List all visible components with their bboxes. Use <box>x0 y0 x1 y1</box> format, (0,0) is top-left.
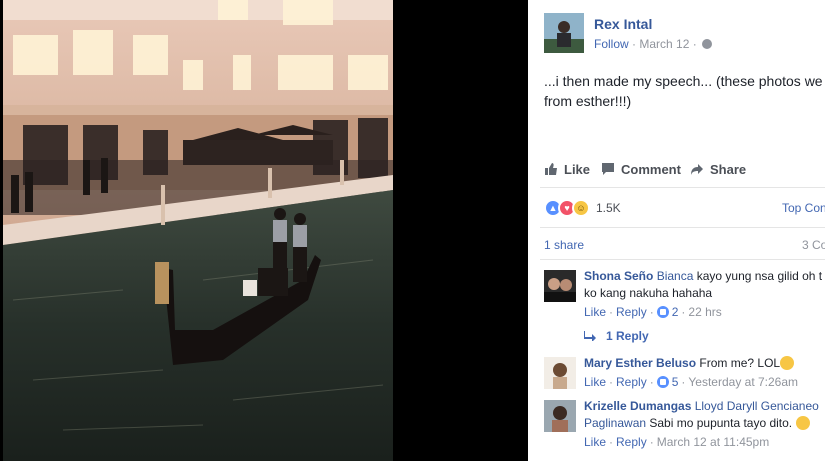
author-avatar[interactable] <box>544 13 584 53</box>
share-label: Share <box>710 162 747 177</box>
share-button[interactable]: Share <box>690 162 746 177</box>
comment-reply-link[interactable]: Reply <box>616 435 647 449</box>
divider <box>540 259 825 260</box>
post-header: Rex Intal Follow · March 12 · <box>544 13 825 53</box>
comment-label: Comment <box>621 162 681 177</box>
post-actions: Like Comment Share <box>544 162 825 182</box>
like-count-icon <box>656 306 669 318</box>
comment-actions: Like · Reply · 2 · 22 hrs <box>584 305 722 319</box>
comment-like-link[interactable]: Like <box>584 435 606 449</box>
post-side-panel: Rex Intal Follow · March 12 · ...i then … <box>528 0 825 461</box>
comment-icon <box>602 163 614 175</box>
comment-author[interactable]: Shona Seño <box>584 269 653 283</box>
post-meta: Follow · March 12 · <box>594 37 713 51</box>
reaction-count[interactable]: 1.5K <box>596 201 621 215</box>
comment-body: Krizelle Dumangas Lloyd Daryll Gencianeo… <box>584 398 825 451</box>
divider <box>540 187 825 188</box>
globe-icon <box>702 39 713 49</box>
comment-reply-link[interactable]: Reply <box>616 305 647 319</box>
follow-link[interactable]: Follow <box>594 37 629 51</box>
post-date[interactable]: March 12 <box>639 37 689 51</box>
comment-actions: Like · Reply · 5 · Yesterday at 7:26am <box>584 375 799 389</box>
comment-text: From me? LOL <box>696 356 781 370</box>
comment-avatar[interactable] <box>544 357 576 389</box>
post-author[interactable]: Rex Intal <box>594 16 652 32</box>
divider <box>540 227 825 228</box>
comment-body: Shona Seño Bianca kayo yung nsa gilid oh… <box>584 268 825 321</box>
photo-viewer <box>0 0 528 461</box>
comment-body: Mary Esther Beluso From me? LOL Like · Rep… <box>584 355 825 391</box>
comment-text: Sabi mo pupunta tayo dito. <box>646 416 793 430</box>
comment-like-link[interactable]: Like <box>584 375 606 389</box>
comment-like-count[interactable]: 5 <box>672 375 679 389</box>
share-count[interactable]: 1 share <box>544 238 584 252</box>
like-label: Like <box>564 162 591 177</box>
meta-separator: · <box>628 37 640 51</box>
comment-actions: Like · Reply · March 12 at 11:45pm <box>584 435 770 449</box>
comment-button[interactable]: Comment <box>601 162 681 177</box>
comment-author[interactable]: Mary Esther Beluso <box>584 356 696 370</box>
meta-separator-2: · <box>689 37 701 51</box>
top-comments-sort[interactable]: Top Con <box>782 201 825 215</box>
like-count-icon <box>656 376 669 388</box>
post-photo[interactable] <box>3 0 393 461</box>
comment-like-count[interactable]: 2 <box>672 305 679 319</box>
venice-gondola-photo <box>3 0 393 461</box>
smirk-emoji-icon <box>795 416 810 430</box>
like-button[interactable]: Like <box>544 162 590 177</box>
reply-arrow-icon <box>584 331 596 341</box>
comment-time[interactable]: March 12 at 11:45pm <box>657 435 770 449</box>
reactions-bar: ▲ ♥ ☺ 1.5K Top Con <box>544 199 825 217</box>
comment-reply-link[interactable]: Reply <box>616 375 647 389</box>
post-text: ...i then made my speech... (these photo… <box>544 73 823 109</box>
share-arrow-icon <box>691 164 703 175</box>
view-replies-link[interactable]: 1 Reply <box>584 329 649 343</box>
shares-row: 1 share 3 Co <box>544 238 825 252</box>
comment-avatar[interactable] <box>544 400 576 432</box>
comment-count[interactable]: 3 Co <box>802 238 825 252</box>
comment-time[interactable]: 22 hrs <box>688 305 721 319</box>
laughing-emoji-icon <box>780 356 795 370</box>
thumbs-up-icon <box>545 163 557 175</box>
comment-tag[interactable]: Bianca <box>657 269 694 283</box>
comment-avatar[interactable] <box>544 270 576 302</box>
haha-reaction-icon[interactable]: ☺ <box>572 199 590 217</box>
comment-like-link[interactable]: Like <box>584 305 606 319</box>
replies-count: 1 Reply <box>606 329 649 343</box>
comment-time[interactable]: Yesterday at 7:26am <box>688 375 798 389</box>
comment-author[interactable]: Krizelle Dumangas <box>584 399 691 413</box>
